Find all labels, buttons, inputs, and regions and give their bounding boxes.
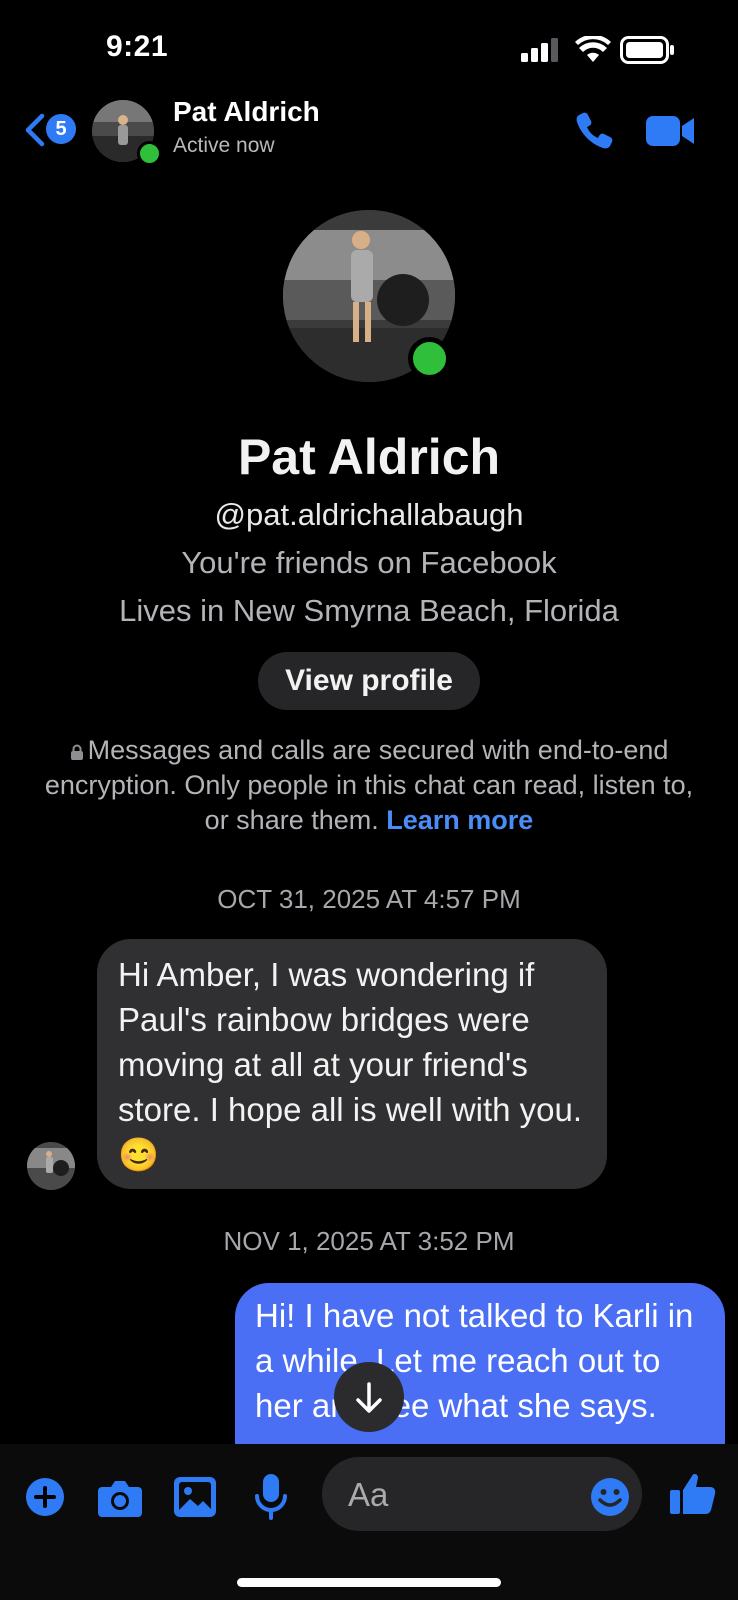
message-timestamp: NOV 1, 2025 AT 3:52 PM	[223, 1226, 515, 1256]
home-indicator	[237, 1578, 501, 1587]
online-indicator	[137, 141, 162, 166]
message-input-placeholder: Aa	[348, 1476, 389, 1513]
scroll-to-bottom-button[interactable]	[334, 1362, 404, 1432]
message-timestamp: OCT 31, 2025 AT 4:57 PM	[217, 884, 521, 914]
outgoing-message-text: Hi! I have not talked to Karli in a whil…	[255, 1297, 694, 1424]
wifi-icon	[575, 36, 611, 62]
microphone-icon[interactable]	[254, 1474, 288, 1520]
profile-online-indicator	[408, 337, 451, 380]
lock-icon	[70, 744, 83, 760]
arrow-down-icon	[356, 1382, 382, 1413]
incoming-message-text: Hi Amber, I was wondering if Paul's rain…	[118, 956, 583, 1173]
phone-icon[interactable]	[575, 110, 615, 150]
camera-icon[interactable]	[98, 1477, 142, 1517]
plus-icon[interactable]	[26, 1478, 64, 1516]
video-camera-icon[interactable]	[646, 114, 696, 148]
sender-avatar[interactable]	[27, 1142, 75, 1190]
unread-badge[interactable]: 5	[46, 114, 76, 144]
profile-handle: @pat.aldrichallabaugh	[214, 497, 524, 532]
profile-name: Pat Aldrich	[237, 429, 501, 485]
cellular-signal-icon	[521, 38, 558, 62]
thumbs-up-icon[interactable]	[670, 1470, 716, 1516]
back-chevron-icon[interactable]	[22, 112, 48, 148]
header-active-status: Active now	[173, 134, 275, 157]
encryption-notice: Messages and calls are secured with end-…	[30, 733, 708, 838]
profile-friends-text: You're friends on Facebook	[181, 545, 557, 580]
header-contact-name[interactable]: Pat Aldrich	[173, 96, 320, 128]
view-profile-button[interactable]: View profile	[258, 652, 480, 710]
sender-photo	[27, 1142, 75, 1190]
profile-location: Lives in New Smyrna Beach, Florida	[119, 593, 619, 628]
battery-icon	[620, 36, 674, 64]
emoji-icon[interactable]	[590, 1477, 630, 1517]
status-time: 9:21	[106, 30, 169, 63]
photo-icon[interactable]	[174, 1477, 216, 1517]
encryption-text: Messages and calls are secured with end-…	[44, 735, 694, 835]
learn-more-link[interactable]: Learn more	[386, 805, 533, 835]
